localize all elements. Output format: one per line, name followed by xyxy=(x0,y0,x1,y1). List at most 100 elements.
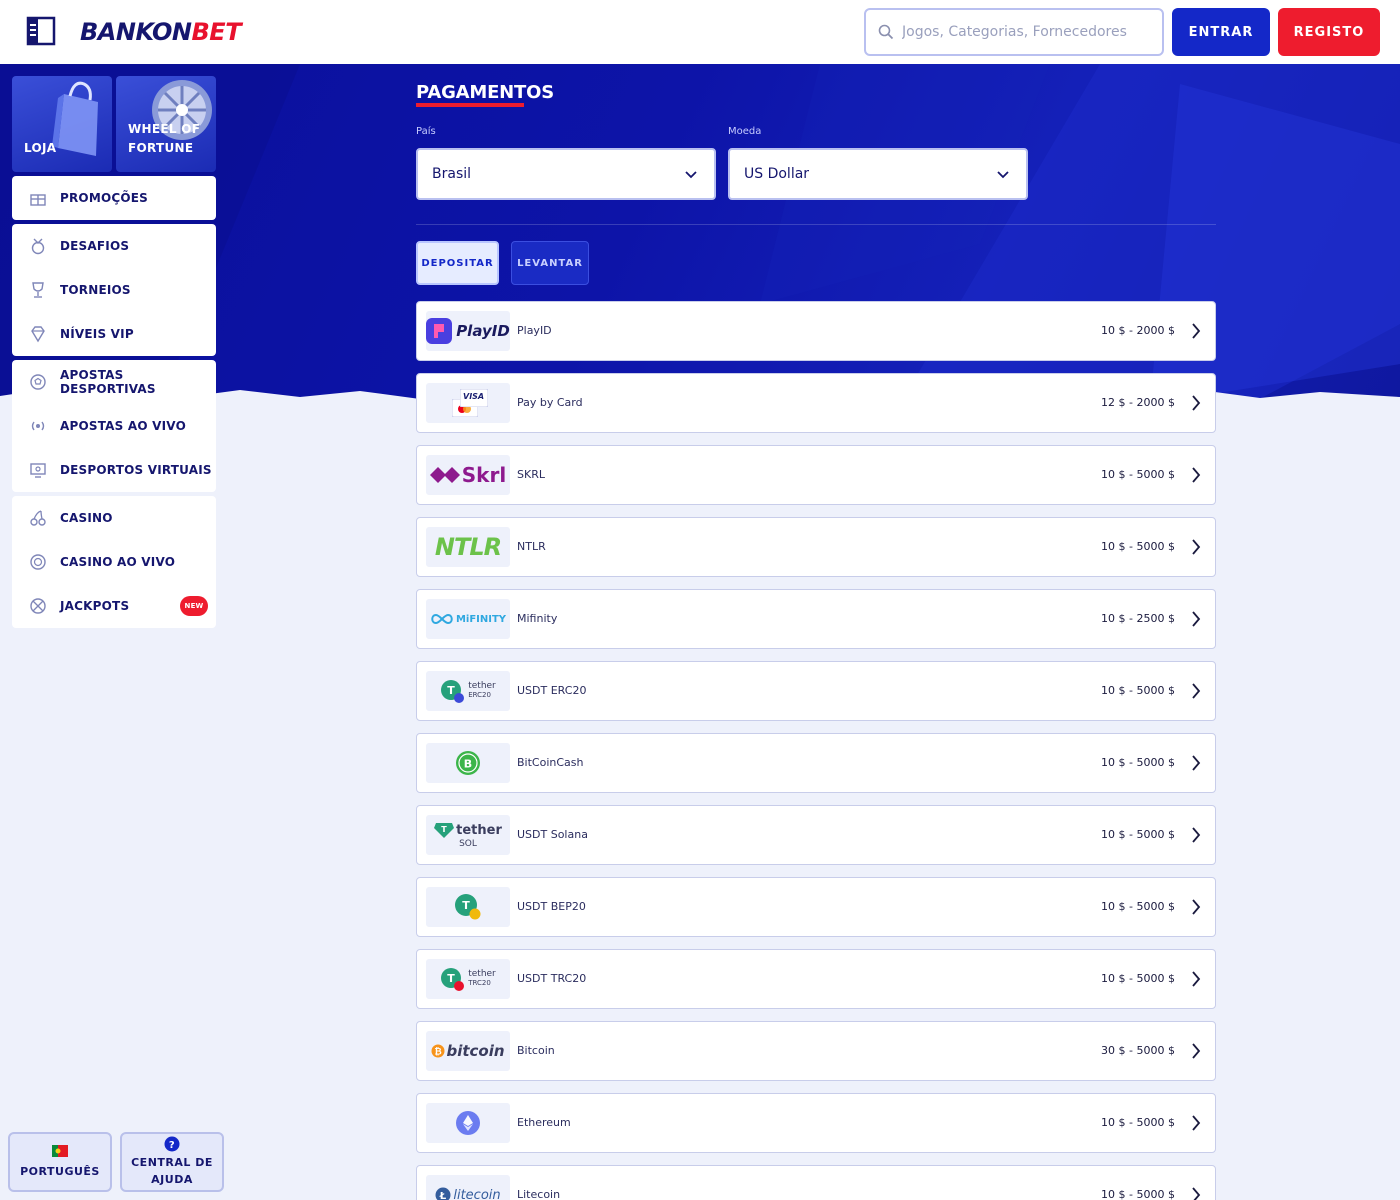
payment-method-range: 10 $ - 5000 $ xyxy=(1101,828,1175,841)
country-select[interactable]: Brasil xyxy=(416,148,716,200)
sidebar-item-label: JACKPOTS xyxy=(60,599,130,613)
language-selector-button[interactable]: PORTUGUÊS xyxy=(8,1132,112,1192)
tether-erc20-logo: T tether ERC20 xyxy=(426,671,510,711)
payment-method-name: USDT TRC20 xyxy=(517,972,587,985)
payment-method-name: USDT Solana xyxy=(517,828,588,841)
cherries-icon xyxy=(30,510,46,526)
payment-method-row-usdt-solana[interactable]: T tether SOL USDT Solana 10 $ - 5000 $ xyxy=(416,805,1216,865)
svg-text:Ł: Ł xyxy=(439,1191,447,1200)
payment-method-name: USDT ERC20 xyxy=(517,684,587,697)
tether-bep20-coin-icon: T xyxy=(455,894,481,920)
brand-logo[interactable]: BANKONBET xyxy=(80,16,242,48)
payment-method-row-litecoin[interactable]: Ł litecoin Litecoin 10 $ - 5000 $ xyxy=(416,1165,1216,1200)
page-title: PAGAMENTOS xyxy=(416,82,554,103)
tether-coin-icon: T xyxy=(441,968,465,991)
sidebar-item-promotions[interactable]: PROMOÇÕES xyxy=(12,176,216,220)
payment-method-range: 10 $ - 5000 $ xyxy=(1101,900,1175,913)
bitcoin-coin-icon: ₿ xyxy=(431,1044,445,1058)
payment-method-row-usdt-erc20[interactable]: T tether ERC20 USDT ERC20 10 $ - 5000 $ xyxy=(416,661,1216,721)
payment-method-name: Mifinity xyxy=(517,612,558,625)
sidebar-item-casino[interactable]: CASINO xyxy=(12,496,216,540)
payment-method-row-usdt-bep20[interactable]: T USDT BEP20 10 $ - 5000 $ xyxy=(416,877,1216,937)
payment-method-row-usdt-trc20[interactable]: T tether TRC20 USDT TRC20 10 $ - 5000 $ xyxy=(416,949,1216,1009)
country-select-value: Brasil xyxy=(432,166,472,182)
chevron-right-icon xyxy=(1192,539,1201,555)
tether-sol-top: T tether xyxy=(434,821,502,839)
payment-method-range: 10 $ - 5000 $ xyxy=(1101,1188,1175,1200)
payment-method-row-playid[interactable]: PlayID PlayID 10 $ - 2000 $ xyxy=(416,301,1216,361)
payment-method-range: 10 $ - 5000 $ xyxy=(1101,756,1175,769)
tab-withdraw[interactable]: LEVANTAR xyxy=(511,241,589,285)
chevron-down-icon xyxy=(685,171,697,179)
tether-network: TRC20 xyxy=(468,979,491,987)
payment-method-row-bitcoin[interactable]: ₿ bitcoin Bitcoin 30 $ - 5000 $ xyxy=(416,1021,1216,1081)
ntlr-logo: NTLR xyxy=(426,527,510,567)
chip-icon xyxy=(30,554,46,570)
chevron-down-icon xyxy=(997,171,1009,179)
medal-icon xyxy=(31,238,45,255)
sidebar-item-vip-levels[interactable]: NÍVEIS VIP xyxy=(12,312,216,356)
sidebar-item-tournaments[interactable]: TORNEIOS xyxy=(12,268,216,312)
payment-method-name: BitCoinCash xyxy=(517,756,584,769)
currency-select[interactable]: US Dollar xyxy=(728,148,1028,200)
payment-method-name: Pay by Card xyxy=(517,396,583,409)
nav-group-challenges: DESAFIOS TORNEIOS NÍVEIS VIP xyxy=(12,224,216,356)
search-box[interactable] xyxy=(864,8,1164,56)
help-center-button[interactable]: ? CENTRAL DE AJUDA xyxy=(120,1132,224,1192)
tab-deposit[interactable]: DEPOSITAR xyxy=(416,241,499,285)
chevron-right-icon xyxy=(1192,899,1201,915)
wheel-tile-line1: WHEEL OF xyxy=(128,122,201,136)
payment-method-range: 10 $ - 5000 $ xyxy=(1101,540,1175,553)
payment-method-row-card[interactable]: VISA Pay by Card 12 $ - 2000 $ xyxy=(416,373,1216,433)
payment-method-row-bitcoincash[interactable]: B BitCoinCash 10 $ - 5000 $ xyxy=(416,733,1216,793)
sidebar-item-label: CASINO xyxy=(60,511,113,525)
sidebar-item-virtual-sports[interactable]: DESPORTOS VIRTUAIS xyxy=(12,448,216,492)
tether-word: tether xyxy=(468,969,496,979)
chevron-right-icon xyxy=(1192,1115,1201,1131)
page-title-underline xyxy=(416,103,524,107)
wheel-of-fortune-tile[interactable]: WHEEL OF FORTUNE xyxy=(116,76,216,172)
shop-tile[interactable]: LOJA xyxy=(12,76,112,172)
payment-method-range: 10 $ - 5000 $ xyxy=(1101,1116,1175,1129)
sidebar-item-sports-betting[interactable]: APOSTAS DESPORTIVAS xyxy=(12,360,216,404)
register-button[interactable]: REGISTO xyxy=(1278,8,1380,56)
new-badge: NEW xyxy=(180,596,208,616)
search-input[interactable] xyxy=(902,24,1142,40)
playid-logo-text: PlayID xyxy=(456,322,510,340)
payment-method-range: 30 $ - 5000 $ xyxy=(1101,1044,1175,1057)
payment-method-name: SKRL xyxy=(517,468,545,481)
chevron-right-icon xyxy=(1192,971,1201,987)
chevron-right-icon xyxy=(1192,1043,1201,1059)
sidebar-item-challenges[interactable]: DESAFIOS xyxy=(12,224,216,268)
litecoin-logo: Ł litecoin xyxy=(426,1175,510,1200)
tether-coin-icon: T xyxy=(441,680,465,703)
chevron-right-icon xyxy=(1192,683,1201,699)
payment-method-range: 10 $ - 5000 $ xyxy=(1101,972,1175,985)
tether-trc20-logo: T tether TRC20 xyxy=(426,959,510,999)
payment-method-row-skrl[interactable]: Skrl SKRL 10 $ - 5000 $ xyxy=(416,445,1216,505)
sidebar-item-jackpots[interactable]: JACKPOTS NEW xyxy=(12,584,216,628)
payment-method-row-ntlr[interactable]: NTLR NTLR 10 $ - 5000 $ xyxy=(416,517,1216,577)
payment-method-row-mifinity[interactable]: MiFINITY Mifinity 10 $ - 2500 $ xyxy=(416,589,1216,649)
tether-trc20-text: tether TRC20 xyxy=(468,970,496,988)
wheel-tile-line2: FORTUNE xyxy=(128,141,194,155)
login-button[interactable]: ENTRAR xyxy=(1172,8,1270,56)
sidebar-item-live-casino[interactable]: CASINO AO VIVO xyxy=(12,540,216,584)
shop-tile-label: LOJA xyxy=(24,141,57,155)
payment-method-range: 12 $ - 2000 $ xyxy=(1101,396,1175,409)
sidebar-item-label: DESAFIOS xyxy=(60,239,130,253)
payment-method-row-ethereum[interactable]: Ethereum 10 $ - 5000 $ xyxy=(416,1093,1216,1153)
language-label: PORTUGUÊS xyxy=(20,1164,100,1178)
tether-network: ERC20 xyxy=(468,691,491,699)
payment-method-name: Litecoin xyxy=(517,1188,561,1200)
svg-text:T: T xyxy=(447,972,455,985)
nav-group-casino: CASINO CASINO AO VIVO JACKPOTS NEW xyxy=(12,496,216,628)
logo-part1: BANKON xyxy=(80,18,192,46)
tether-mark-icon: T xyxy=(434,823,455,838)
sidebar-toggle-icon[interactable] xyxy=(26,16,56,46)
gift-icon xyxy=(30,194,46,206)
sidebar-item-live-betting[interactable]: APOSTAS AO VIVO xyxy=(12,404,216,448)
tether-network: SOL xyxy=(459,839,477,849)
search-icon xyxy=(878,24,894,40)
soccer-ball-icon xyxy=(30,374,46,390)
